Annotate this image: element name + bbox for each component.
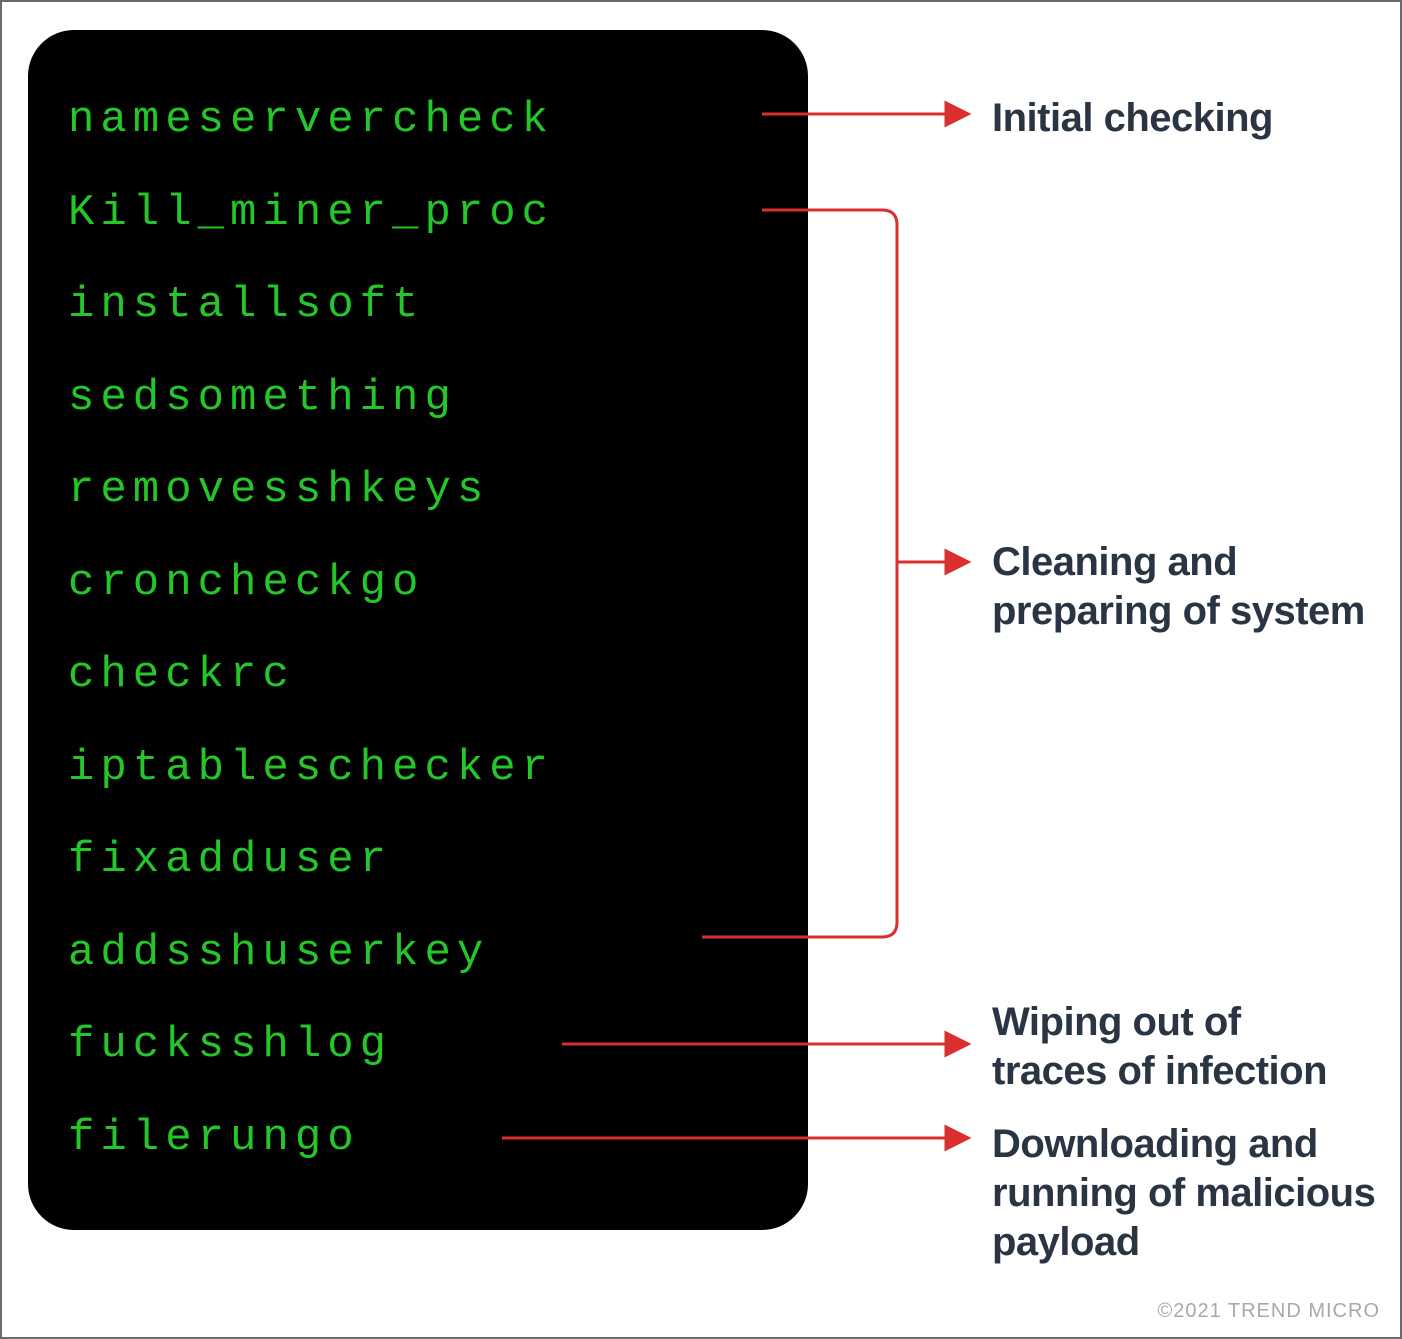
- label-wiping: Wiping out of traces of infection: [992, 998, 1327, 1096]
- term-line-9: addsshuserkey: [68, 907, 776, 1000]
- label-cleaning-l1: Cleaning and: [992, 540, 1237, 584]
- label-initial: Initial checking: [992, 94, 1273, 143]
- term-line-4: removesshkeys: [68, 444, 776, 537]
- diagram-frame: nameservercheck Kill_miner_proc installs…: [0, 0, 1402, 1339]
- label-cleaning-l2: preparing of system: [992, 589, 1365, 633]
- term-line-11: filerungo: [68, 1092, 776, 1185]
- label-wiping-l2: traces of infection: [992, 1049, 1327, 1093]
- terminal-panel: nameservercheck Kill_miner_proc installs…: [28, 30, 808, 1230]
- label-cleaning: Cleaning and preparing of system: [992, 538, 1365, 636]
- label-download-l3: payload: [992, 1220, 1140, 1264]
- term-line-6: checkrc: [68, 629, 776, 722]
- term-line-2: installsoft: [68, 259, 776, 352]
- label-initial-text: Initial checking: [992, 96, 1273, 140]
- term-line-8: fixadduser: [68, 814, 776, 907]
- term-line-10: fucksshlog: [68, 999, 776, 1092]
- label-download-l2: running of malicious: [992, 1171, 1375, 1215]
- term-line-3: sedsomething: [68, 352, 776, 445]
- label-download: Downloading and running of malicious pay…: [992, 1120, 1375, 1266]
- label-wiping-l1: Wiping out of: [992, 1000, 1241, 1044]
- label-download-l1: Downloading and: [992, 1122, 1318, 1166]
- term-line-7: iptableschecker: [68, 722, 776, 815]
- term-line-5: croncheckgo: [68, 537, 776, 630]
- term-line-0: nameservercheck: [68, 74, 776, 167]
- term-line-1: Kill_miner_proc: [68, 167, 776, 260]
- copyright-text: ©2021 TREND MICRO: [1157, 1300, 1380, 1323]
